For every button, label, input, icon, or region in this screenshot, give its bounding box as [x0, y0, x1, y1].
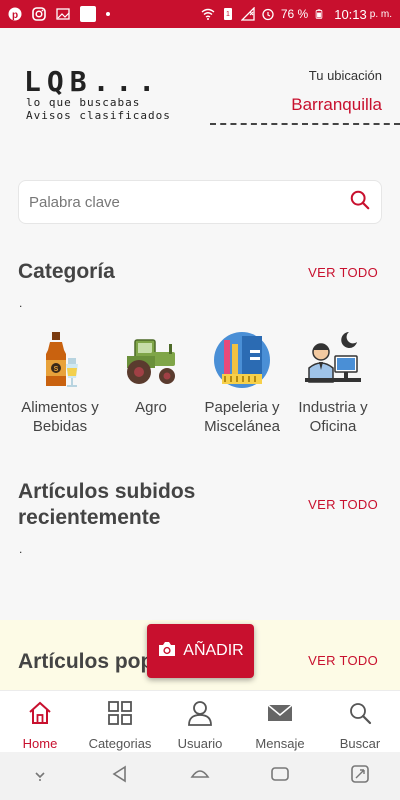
- back-icon[interactable]: [109, 763, 131, 790]
- svg-text:p: p: [12, 10, 18, 21]
- search-icon: [346, 699, 374, 732]
- tractor-icon: [121, 330, 181, 390]
- nav-usuario[interactable]: Usuario: [160, 691, 240, 752]
- stationery-icon: [212, 330, 272, 390]
- categories-title: Categoría: [18, 260, 115, 283]
- mail-icon: [266, 699, 294, 732]
- location-label: Tu ubicación: [308, 68, 382, 83]
- recent-title-line1: Artículos subidos: [18, 480, 196, 503]
- search-input[interactable]: [29, 193, 349, 211]
- nav-home-label: Home: [22, 736, 58, 751]
- nav-mensaje-label: Mensaje: [255, 736, 305, 751]
- instagram-icon: [32, 7, 46, 21]
- camera-icon: [157, 640, 177, 663]
- categories-see-all-link[interactable]: VER TODO: [308, 265, 378, 280]
- hide-keyboard-icon[interactable]: [29, 763, 51, 790]
- location-city[interactable]: Barranquilla: [291, 95, 382, 115]
- gallery-icon: [56, 7, 70, 21]
- category-label-line2: Bebidas: [32, 418, 88, 435]
- grid-icon: [106, 699, 134, 732]
- category-list[interactable]: S Alimentos y Bebidas Agro Papeleria y M…: [0, 330, 400, 440]
- app-header: LQB... lo que buscabas Avisos clasificad…: [0, 28, 400, 148]
- category-label-line1: Agro: [135, 399, 167, 416]
- bottom-navigation: Home Categorias Usuario Mensaje Buscar: [0, 690, 400, 752]
- category-label-line1: Industria y: [298, 399, 368, 416]
- home-button-icon[interactable]: [189, 763, 211, 790]
- nav-home[interactable]: Home: [0, 691, 80, 752]
- category-item-industria[interactable]: Industria y Oficina: [288, 330, 378, 436]
- recent-apps-icon[interactable]: [269, 763, 291, 790]
- clock-ampm: p. m.: [369, 8, 392, 20]
- nav-buscar-label: Buscar: [339, 736, 381, 751]
- category-label-line2: Miscelánea: [204, 418, 280, 435]
- recent-dot: .: [19, 542, 23, 556]
- home-icon: [26, 699, 54, 732]
- signal-icon: [240, 6, 255, 21]
- category-item-alimentos[interactable]: S Alimentos y Bebidas: [15, 330, 105, 436]
- pinterest-icon: p: [8, 7, 22, 21]
- popular-see-all-link[interactable]: VER TODO: [308, 653, 378, 668]
- category-label-line1: Alimentos y: [21, 399, 99, 416]
- clock-time: 10:13: [334, 6, 367, 22]
- sim-icon: 1: [221, 7, 235, 21]
- nav-mensaje[interactable]: Mensaje: [240, 691, 320, 752]
- bottles-icon: S: [30, 330, 90, 390]
- add-button-label: AÑADIR: [183, 642, 244, 659]
- logo-text: LQB...: [24, 65, 162, 98]
- app-notification-icon: [80, 6, 96, 22]
- search-bar[interactable]: [18, 180, 382, 224]
- svg-text:S: S: [54, 366, 59, 373]
- battery-icon: [314, 7, 328, 21]
- office-worker-icon: [303, 330, 363, 390]
- system-navigation-bar: [0, 752, 400, 800]
- recent-see-all-link[interactable]: VER TODO: [308, 497, 378, 512]
- search-icon[interactable]: [349, 189, 371, 216]
- nav-categorias-label: Categorias: [88, 736, 152, 751]
- popular-title: Artículos pop: [18, 650, 154, 673]
- brand-logo[interactable]: LQB... lo que buscabas Avisos clasificad…: [24, 65, 171, 123]
- logo-tagline-2: Avisos clasificados: [26, 109, 171, 122]
- add-listing-button[interactable]: AÑADIR: [147, 624, 254, 678]
- category-label-line1: Papeleria y: [204, 399, 280, 416]
- nav-categorias[interactable]: Categorias: [80, 691, 160, 752]
- category-label-line2: Oficina: [309, 418, 357, 435]
- nav-usuario-label: Usuario: [177, 736, 223, 751]
- categories-dot: .: [19, 296, 23, 310]
- nav-buscar[interactable]: Buscar: [320, 691, 400, 752]
- location-selector[interactable]: Tu ubicación Barranquilla: [291, 68, 382, 115]
- category-item-agro[interactable]: Agro: [106, 330, 196, 417]
- category-item-papeleria[interactable]: Papeleria y Miscelánea: [197, 330, 287, 436]
- status-bar: p 1 76 % 10:13 p. m.: [0, 0, 400, 28]
- more-notifications-dot: [106, 12, 110, 16]
- user-icon: [186, 699, 214, 732]
- alarm-icon: [261, 7, 275, 21]
- screen-rotate-icon[interactable]: [349, 763, 371, 790]
- battery-percent: 76 %: [280, 7, 309, 21]
- location-divider: [210, 123, 400, 125]
- wifi-icon: [201, 7, 215, 21]
- svg-text:1: 1: [226, 11, 230, 18]
- recent-title-line2: recientemente: [18, 506, 161, 529]
- recent-title: Artículos subidos recientemente: [18, 479, 195, 531]
